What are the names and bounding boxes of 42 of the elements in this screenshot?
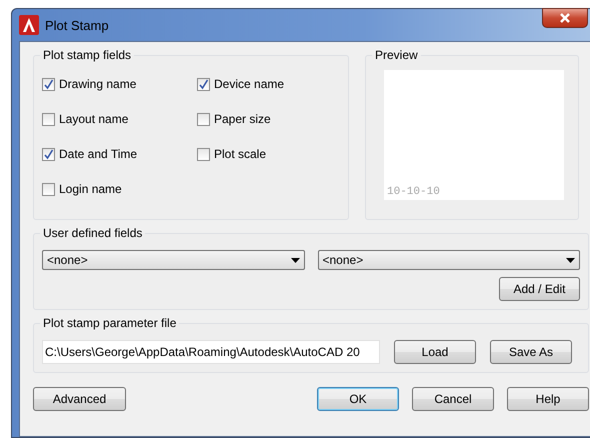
checkbox-option[interactable]: Login name xyxy=(42,180,197,198)
checkbox-label: Layout name xyxy=(59,112,128,126)
group-title: User defined fields xyxy=(42,226,144,240)
checkbox-option[interactable]: Paper size xyxy=(197,110,337,128)
checkbox-option[interactable]: Drawing name xyxy=(42,75,197,93)
checkbox-option[interactable]: Plot scale xyxy=(197,145,337,163)
checkbox[interactable] xyxy=(42,78,55,90)
caret-icon xyxy=(566,258,575,262)
group-title: Plot stamp fields xyxy=(42,48,132,62)
caret-icon xyxy=(290,258,300,262)
checkbox[interactable] xyxy=(42,112,55,126)
add-edit-button[interactable]: Add / Edit xyxy=(499,277,580,301)
close-icon xyxy=(559,12,571,24)
window-title: Plot Stamp xyxy=(45,18,109,32)
dialog-button[interactable]: Advanced xyxy=(33,387,126,411)
checkbox-label: Device name xyxy=(214,77,284,91)
dialog-button[interactable]: Help xyxy=(507,387,589,411)
dialog-button[interactable]: Cancel xyxy=(412,387,494,411)
checkbox-label: Drawing name xyxy=(59,77,136,91)
dropdown[interactable]: <none> xyxy=(318,250,580,270)
checkbox[interactable] xyxy=(197,148,210,160)
file-button[interactable]: Load xyxy=(394,340,476,364)
group-title: Preview xyxy=(374,48,419,62)
checkbox-option[interactable]: Device name xyxy=(197,75,337,93)
checkbox[interactable] xyxy=(42,182,55,196)
sample-stamp-text: 10-10-10 xyxy=(387,186,440,198)
checkbox-option[interactable]: Date and Time xyxy=(42,145,197,163)
checkbox-label: Paper size xyxy=(214,112,271,126)
group-title: Plot stamp parameter file xyxy=(42,316,178,330)
checkbox[interactable] xyxy=(197,78,210,90)
app-logo-icon xyxy=(19,15,39,35)
checkbox-option[interactable]: Layout name xyxy=(42,110,197,128)
close-button[interactable] xyxy=(542,8,588,28)
file-path-field[interactable]: C:\Users\George\AppData\Roaming\Autodesk\AutoCAD 20 xyxy=(42,340,380,364)
dialog-button[interactable]: OK xyxy=(317,387,399,411)
checkbox[interactable] xyxy=(197,112,210,126)
checkbox[interactable] xyxy=(42,148,55,160)
checkbox-label: Login name xyxy=(59,182,122,196)
dropdown[interactable]: <none> xyxy=(42,250,304,270)
checkbox-label: Plot scale xyxy=(214,147,266,161)
checkbox-label: Date and Time xyxy=(59,147,138,161)
file-button[interactable]: Save As xyxy=(490,340,572,364)
